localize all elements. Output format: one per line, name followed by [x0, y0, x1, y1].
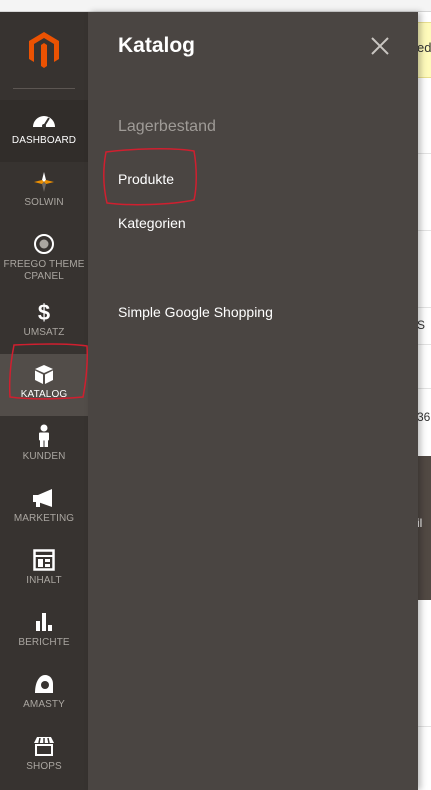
nav-label: SHOPS	[26, 761, 62, 772]
nav-marketing[interactable]: MARKETING	[0, 478, 88, 540]
layout-icon	[29, 548, 59, 572]
nav-freego-theme-cpanel[interactable]: FREEGO THEME CPANEL	[0, 224, 88, 286]
divider	[417, 307, 431, 308]
close-button[interactable]	[370, 36, 390, 56]
close-icon	[371, 37, 389, 55]
nav-label: FREEGO THEME CPANEL	[3, 259, 85, 282]
dark-panel: il	[417, 456, 431, 600]
nav-kunden[interactable]: KUNDEN	[0, 416, 88, 478]
menu-link-simple-google-shopping[interactable]: Simple Google Shopping	[118, 304, 273, 320]
divider	[417, 230, 431, 231]
nav-label: BERICHTE	[18, 637, 70, 648]
admin-sidebar: DASHBOARD SOLWIN FREEGO THEME CPANEL $ U…	[0, 12, 88, 790]
nav-label: DASHBOARD	[11, 135, 77, 146]
divider	[417, 726, 431, 727]
nav-label: SOLWIN	[24, 197, 64, 208]
amasty-icon	[29, 672, 59, 696]
nav-label: KATALOG	[20, 389, 68, 400]
store-icon	[29, 734, 59, 758]
person-icon	[29, 424, 59, 448]
dashboard-icon	[29, 108, 59, 132]
nav-amasty[interactable]: AMASTY	[0, 664, 88, 726]
nav-katalog[interactable]: KATALOG	[0, 354, 88, 416]
divider	[417, 344, 431, 345]
bar-chart-icon	[29, 610, 59, 634]
browser-top-strip	[0, 0, 431, 12]
menu-link-kategorien[interactable]: Kategorien	[118, 215, 186, 231]
cut-number-text: 36	[417, 410, 431, 424]
nav-inhalt[interactable]: INHALT	[0, 540, 88, 602]
catalog-flyout: Katalog Lagerbestand Produkte Kategorien…	[88, 12, 418, 790]
system-notice: ed	[417, 22, 431, 78]
divider	[417, 388, 431, 389]
box-icon	[29, 362, 59, 386]
admin-screen: ed S 36 il DASHBOARD SOLWIN FREEGO THEME…	[0, 0, 431, 790]
nav-shops[interactable]: SHOPS	[0, 726, 88, 788]
notice-text: ed	[417, 40, 431, 55]
solwin-icon	[29, 170, 59, 194]
dollar-icon: $	[29, 300, 59, 324]
nav-label: UMSATZ	[23, 327, 65, 338]
target-icon	[29, 232, 59, 256]
menu-link-produkte[interactable]: Produkte	[118, 171, 174, 187]
megaphone-icon	[29, 486, 59, 510]
nav-label: AMASTY	[23, 699, 65, 710]
magento-logo-icon	[29, 32, 59, 68]
divider	[417, 153, 431, 154]
nav-berichte[interactable]: BERICHTE	[0, 602, 88, 664]
background-page: ed S 36 il	[417, 12, 431, 790]
logo-separator	[13, 88, 75, 89]
magento-logo[interactable]	[0, 12, 88, 88]
nav-umsatz[interactable]: $ UMSATZ	[0, 292, 88, 354]
flyout-title: Katalog	[118, 34, 196, 57]
section-title-lagerbestand: Lagerbestand	[118, 118, 216, 135]
svg-text:$: $	[38, 300, 50, 324]
nav-label: MARKETING	[13, 513, 75, 524]
nav-dashboard[interactable]: DASHBOARD	[0, 100, 88, 162]
nav-solwin[interactable]: SOLWIN	[0, 162, 88, 224]
nav-label: KUNDEN	[22, 451, 66, 462]
cut-field-text: S	[417, 318, 426, 332]
nav-label: INHALT	[26, 575, 62, 586]
